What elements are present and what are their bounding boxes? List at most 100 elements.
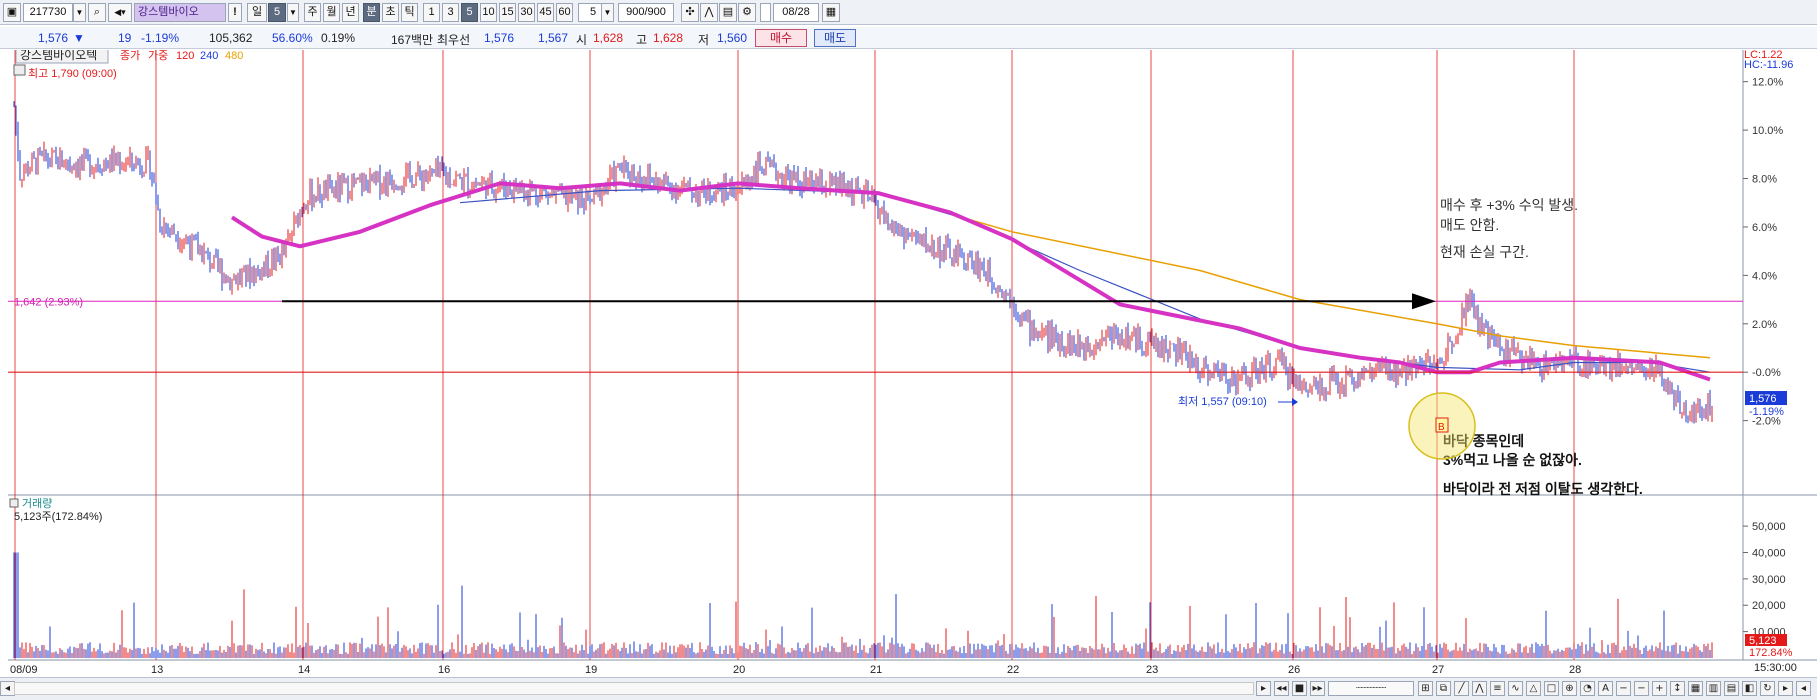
save-chart-icon[interactable]: ▤ bbox=[1724, 681, 1739, 696]
period-button-second[interactable]: 초 bbox=[382, 3, 399, 22]
stop-icon[interactable]: ■ bbox=[1292, 681, 1307, 696]
trade-amount: 167백만 bbox=[391, 33, 434, 47]
save-icon[interactable]: ▤ bbox=[719, 3, 737, 22]
interval-button-15[interactable]: 15 bbox=[499, 3, 516, 22]
legend: 종가 가중 120 240 480 bbox=[120, 50, 243, 62]
x-tick-label: 22 bbox=[1007, 664, 1019, 676]
pattern-tool-icon[interactable]: ⋀ bbox=[1472, 681, 1487, 696]
interval-button-60[interactable]: 60 bbox=[556, 3, 573, 22]
price-chart[interactable]: 12.0%10.0%8.0%6.0%4.0%2.0%-0.0%-2.0% 50,… bbox=[0, 50, 1817, 677]
wave-tool-icon[interactable]: ∿ bbox=[1508, 681, 1523, 696]
scroll-track[interactable] bbox=[14, 682, 1254, 695]
sound-icon[interactable]: ◀▾ bbox=[108, 3, 132, 22]
range-input[interactable]: 900/900 bbox=[618, 3, 674, 22]
period-button-week[interactable]: 주 bbox=[304, 3, 321, 22]
interval-button-30[interactable]: 30 bbox=[518, 3, 535, 22]
y-tick-label: 6.0% bbox=[1752, 222, 1777, 234]
line-tool-icon[interactable]: ╱ bbox=[1454, 681, 1469, 696]
next-icon[interactable]: ▸ bbox=[1778, 681, 1793, 696]
annotation-line-6: 바닥이라 전 저점 이탈도 생각한다. bbox=[1443, 481, 1643, 497]
volume-tick-label: 40,000 bbox=[1752, 547, 1786, 559]
annotation-line-2: 매도 안함. bbox=[1440, 217, 1499, 233]
rewind-icon[interactable]: ◂◂ bbox=[1274, 681, 1289, 696]
chart-scrollbar: ◂ ▸ ◂◂ ■ ▸▸ ┈┈┈┈┈ ⊞ ⧉ ╱ ⋀ ≡ ∿ △ □ ⊕ ◔ A … bbox=[0, 677, 1817, 700]
fib-tool-icon[interactable]: ≡ bbox=[1490, 681, 1505, 696]
copy-icon[interactable]: ⧉ bbox=[1436, 681, 1451, 696]
volume-tick-label: 50,000 bbox=[1752, 521, 1786, 533]
interval-button-3[interactable]: 3 bbox=[442, 3, 459, 22]
trade-volume: 105,362 bbox=[209, 31, 253, 45]
crosshair-icon[interactable]: ✣ bbox=[681, 3, 699, 22]
open-price: 1,628 bbox=[593, 31, 624, 45]
high-label: 고 bbox=[636, 33, 648, 47]
calendar-icon[interactable]: ▦ bbox=[822, 3, 840, 22]
alert-button[interactable]: ! bbox=[228, 3, 242, 22]
stock-code-input[interactable]: 217730 bbox=[23, 3, 73, 22]
sell-button[interactable]: 매도 bbox=[814, 29, 856, 47]
x-tick-label: 20 bbox=[733, 664, 745, 676]
day-count-field[interactable]: 5 bbox=[268, 3, 286, 22]
volume-value: 5,123주(172.84%) bbox=[14, 511, 102, 523]
collapse-icon[interactable]: ◂ bbox=[1796, 681, 1811, 696]
x-tick-label: 27 bbox=[1432, 664, 1444, 676]
zoom-out-icon[interactable]: − bbox=[1616, 681, 1631, 696]
gauge-tool-icon[interactable]: ◔ bbox=[1580, 681, 1595, 696]
day-count-dropdown-icon[interactable]: ▼ bbox=[287, 3, 299, 22]
volume-ratio: 56.60% bbox=[272, 31, 313, 45]
speed-slider[interactable]: ┈┈┈┈┈ bbox=[1328, 681, 1414, 696]
reference-price-label: 1,642 (2.93%) bbox=[14, 296, 83, 308]
search-icon[interactable]: ⌕ bbox=[88, 3, 106, 22]
x-tick-label: 08/09 bbox=[10, 664, 38, 676]
stock-name: 강스템바이오 bbox=[138, 6, 199, 18]
zoom-in-icon[interactable]: + bbox=[1652, 681, 1667, 696]
volume-pct-tag-text: 172.84% bbox=[1749, 647, 1793, 659]
window-icon[interactable]: ▣ bbox=[3, 3, 21, 22]
pattern-icon[interactable]: ⋀ bbox=[700, 3, 718, 22]
grid-icon[interactable]: ▦ bbox=[1688, 681, 1703, 696]
x-tick-label: 19 bbox=[585, 664, 597, 676]
best-price-label: 최우선 bbox=[437, 33, 471, 47]
interval-button-1[interactable]: 1 bbox=[423, 3, 440, 22]
volume-settings-icon[interactable] bbox=[9, 498, 19, 508]
volume-tag-text: 5,123 bbox=[1749, 635, 1777, 647]
play-icon[interactable]: ▸▸ bbox=[1310, 681, 1325, 696]
legend-120: 120 bbox=[176, 50, 194, 62]
date-checkbox[interactable] bbox=[760, 3, 771, 22]
scroll-right-icon[interactable]: ▸ bbox=[1256, 681, 1271, 696]
zoom-tool-icon[interactable]: ⊕ bbox=[1562, 681, 1577, 696]
interval-button-5[interactable]: 5 bbox=[461, 3, 478, 22]
chart-settings-icon[interactable] bbox=[13, 64, 26, 76]
volume-tick-label: 20,000 bbox=[1752, 600, 1786, 612]
buy-marker-label: B bbox=[1438, 422, 1445, 433]
code-dropdown-icon[interactable]: ▼ bbox=[73, 3, 86, 22]
x-tick-label: 14 bbox=[298, 664, 310, 676]
lock-icon[interactable]: ◧ bbox=[1742, 681, 1757, 696]
buy-button[interactable]: 매수 bbox=[755, 29, 807, 47]
refresh-icon[interactable]: ↻ bbox=[1760, 681, 1775, 696]
x-tick-label: 23 bbox=[1146, 664, 1158, 676]
period-day-button[interactable]: 일 bbox=[247, 3, 267, 22]
x-tick-label: 26 bbox=[1288, 664, 1300, 676]
box-tool-icon[interactable]: □ bbox=[1544, 681, 1559, 696]
interval-count-dropdown-icon[interactable]: ▼ bbox=[601, 3, 614, 22]
stock-name-field[interactable]: 강스템바이오 bbox=[134, 3, 226, 22]
period-button-tick[interactable]: 틱 bbox=[401, 3, 418, 22]
volume-tick-label: 30,000 bbox=[1752, 574, 1786, 586]
high-price: 1,628 bbox=[653, 31, 684, 45]
zoom-out-2-icon[interactable]: − bbox=[1634, 681, 1649, 696]
draw-tool-icon[interactable]: ⊞ bbox=[1418, 681, 1433, 696]
arrow-up-down-icon[interactable]: ↕ bbox=[1670, 681, 1685, 696]
scroll-left-icon[interactable]: ◂ bbox=[0, 681, 15, 696]
gear-icon[interactable]: ⚙ bbox=[738, 3, 756, 22]
legend-weighted: 가중 bbox=[148, 50, 168, 62]
triangle-tool-icon[interactable]: △ bbox=[1526, 681, 1541, 696]
period-button-year[interactable]: 년 bbox=[342, 3, 359, 22]
volume-title: 거래량 bbox=[22, 497, 52, 510]
interval-button-45[interactable]: 45 bbox=[537, 3, 554, 22]
chart-icon[interactable]: ▥ bbox=[1706, 681, 1721, 696]
period-button-minute[interactable]: 분 bbox=[363, 3, 380, 22]
text-tool-icon[interactable]: A bbox=[1598, 681, 1613, 696]
date-input[interactable]: 08/28 bbox=[773, 3, 819, 22]
interval-button-10[interactable]: 10 bbox=[480, 3, 497, 22]
period-button-month[interactable]: 월 bbox=[323, 3, 340, 22]
